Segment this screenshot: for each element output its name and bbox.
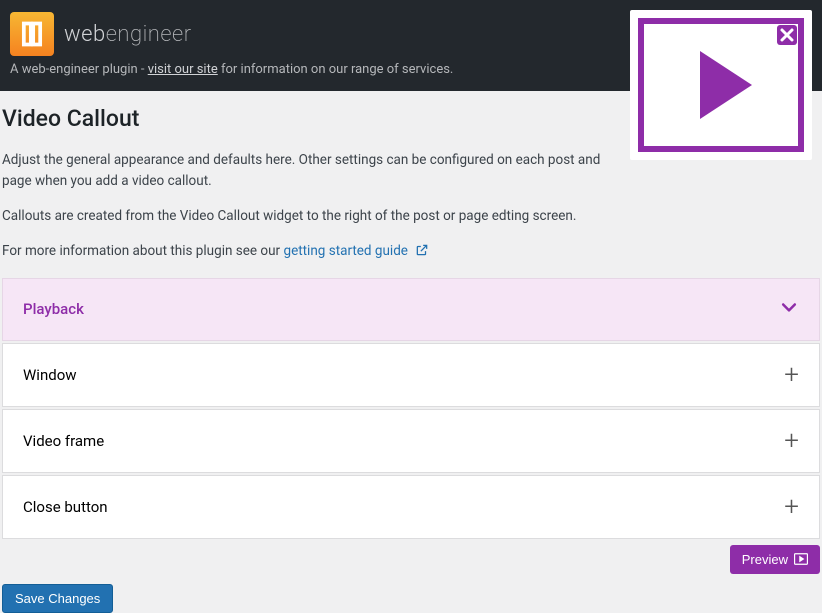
settings-accordion: Playback Window + Video frame + Close bu… [2,278,820,539]
external-link-icon [415,243,429,264]
chevron-down-icon [779,297,799,322]
description-3: For more information about this plugin s… [2,241,614,264]
header-tagline: A web-engineer plugin - visit our site f… [10,62,453,77]
video-preview-frame [638,18,804,152]
visit-site-link[interactable]: visit our site [148,62,218,77]
play-icon [700,51,752,119]
preview-button[interactable]: Preview [730,545,820,574]
plus-icon: + [784,428,799,454]
accordion-label: Window [23,366,77,384]
accordion-label: Playback [23,300,84,318]
save-button[interactable]: Save Changes [2,584,113,613]
close-icon[interactable] [774,22,800,48]
preview-card [630,10,812,160]
brand: webengineer [10,12,453,56]
plus-icon: + [784,494,799,520]
accordion-section-playback[interactable]: Playback [2,278,820,341]
plus-icon: + [784,362,799,388]
getting-started-link[interactable]: getting started guide [283,243,408,259]
description-1: Adjust the general appearance and defaul… [2,150,614,192]
accordion-section-close-button[interactable]: Close button + [2,475,820,539]
accordion-section-video-frame[interactable]: Video frame + [2,409,820,473]
brand-name: webengineer [64,22,192,47]
accordion-label: Close button [23,498,108,516]
brand-logo-icon [10,12,54,56]
description-2: Callouts are created from the Video Call… [2,206,614,227]
accordion-label: Video frame [23,432,104,450]
accordion-section-window[interactable]: Window + [2,343,820,407]
